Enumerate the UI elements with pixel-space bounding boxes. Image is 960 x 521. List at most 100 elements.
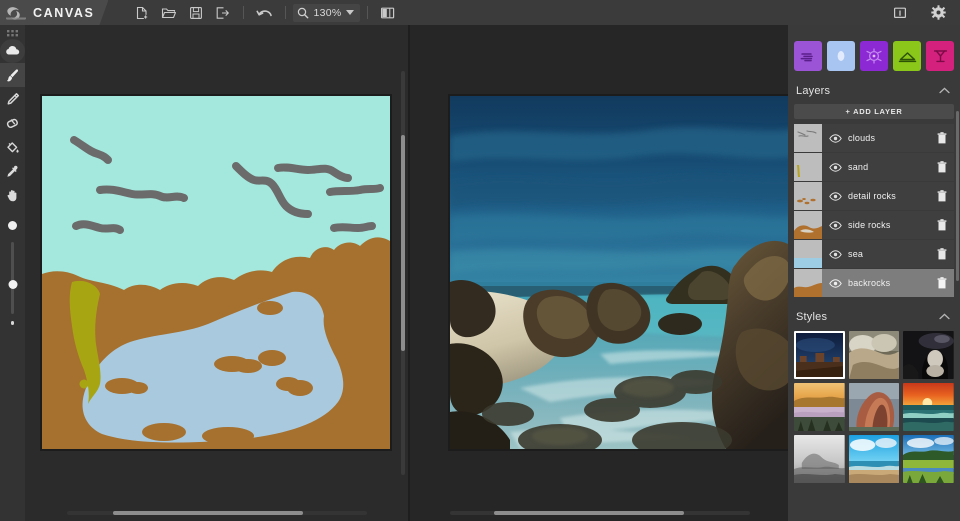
canvas-app: CANVAS 130% Layers + ADD LAYER clouds sa… <box>0 0 960 521</box>
trash-delete-icon[interactable] <box>930 190 954 202</box>
brush-size-control <box>0 207 25 325</box>
zoom-level-value: 130% <box>313 6 342 19</box>
table-row[interactable]: sea <box>794 240 954 268</box>
style-tropical-beach[interactable] <box>848 435 900 483</box>
tool-pencil[interactable] <box>0 87 25 111</box>
tool-material[interactable] <box>0 39 25 63</box>
tool-list <box>0 39 25 207</box>
split-view-icon <box>381 7 395 18</box>
eye-visible-icon[interactable] <box>822 249 848 259</box>
layer-thumbnail <box>794 182 822 210</box>
segmentation-canvas-pane[interactable] <box>25 25 408 521</box>
material-clouds[interactable] <box>794 41 822 71</box>
right-panel-scrollbar[interactable] <box>956 111 959 281</box>
left-tool-rail <box>0 25 25 521</box>
layer-name: detail rocks <box>848 191 896 201</box>
toolbar-divider-1 <box>243 6 245 19</box>
gear-icon <box>931 5 946 20</box>
eye-visible-icon[interactable] <box>822 278 848 288</box>
info-button[interactable] <box>886 0 913 25</box>
styles-title: Styles <box>796 311 828 323</box>
magnifier-icon <box>298 7 309 18</box>
brush-size-min-dot <box>10 321 15 325</box>
undo-button[interactable] <box>251 0 278 25</box>
tool-eraser[interactable] <box>0 111 25 135</box>
rendered-artwork <box>450 96 788 449</box>
material-sky[interactable] <box>827 41 855 71</box>
segmentation-hscroll-thumb[interactable] <box>113 511 303 515</box>
material-swatches <box>788 25 960 81</box>
tool-fill[interactable] <box>0 135 25 159</box>
style-misty-bw[interactable] <box>794 435 845 483</box>
table-row[interactable]: backrocks <box>794 269 954 297</box>
mountain-icon <box>898 51 916 62</box>
segmentation-canvas[interactable] <box>40 94 392 451</box>
layers-title: Layers <box>796 85 831 97</box>
chevron-down-icon[interactable] <box>345 10 354 15</box>
zoom-control[interactable]: 130% <box>293 3 360 22</box>
save-disk-icon <box>190 6 202 19</box>
render-canvas-pane[interactable] <box>410 25 788 521</box>
layer-list: clouds sand detail rocks side rocks sea … <box>788 124 960 297</box>
style-rock-cliff[interactable] <box>848 331 900 379</box>
material-tree[interactable] <box>926 41 954 71</box>
new-file-button[interactable] <box>128 0 155 25</box>
drag-grip-icon[interactable] <box>0 25 25 39</box>
style-red-mountain[interactable] <box>848 383 900 431</box>
brush-size-slider[interactable] <box>8 242 17 314</box>
style-golden-lake[interactable] <box>794 383 845 431</box>
paint-bucket-icon <box>7 141 19 153</box>
trash-delete-icon[interactable] <box>930 132 954 144</box>
table-row[interactable]: side rocks <box>794 211 954 239</box>
toolbar-divider-3 <box>366 6 368 19</box>
brush-size-preview <box>8 221 17 230</box>
render-hscroll-thumb[interactable] <box>494 511 684 515</box>
material-sea[interactable] <box>860 41 888 71</box>
layer-name: sea <box>848 249 864 259</box>
add-layer-button[interactable]: + ADD LAYER <box>794 104 954 119</box>
eyedropper-icon <box>7 165 18 177</box>
style-desert-night[interactable] <box>794 331 845 379</box>
trash-delete-icon[interactable] <box>930 219 954 231</box>
tool-pan[interactable] <box>0 183 25 207</box>
style-ocean-sunset[interactable] <box>903 383 954 431</box>
table-row[interactable]: sand <box>794 153 954 181</box>
layer-name: clouds <box>848 133 876 143</box>
eye-visible-icon[interactable] <box>822 162 848 172</box>
settings-button[interactable] <box>925 0 952 25</box>
new-file-icon <box>136 6 148 19</box>
save-button[interactable] <box>182 0 209 25</box>
chevron-up-icon[interactable] <box>939 312 950 323</box>
chevron-up-icon[interactable] <box>939 86 950 97</box>
tool-brush[interactable] <box>0 63 25 87</box>
eye-visible-icon[interactable] <box>822 133 848 143</box>
layer-name: backrocks <box>848 278 891 288</box>
table-row[interactable]: clouds <box>794 124 954 152</box>
water-icon <box>866 48 882 64</box>
trash-delete-icon[interactable] <box>930 248 954 260</box>
nvidia-logo-icon <box>6 6 26 20</box>
material-mountain[interactable] <box>893 41 921 71</box>
layer-thumbnail <box>794 240 822 268</box>
hand-pan-icon <box>7 189 17 201</box>
segmentation-artwork <box>42 96 390 449</box>
brush-size-slider-handle[interactable] <box>8 280 17 289</box>
style-green-valley[interactable] <box>903 435 954 483</box>
segmentation-vscroll-thumb[interactable] <box>401 135 405 351</box>
rendered-canvas[interactable] <box>448 94 788 451</box>
toolbar-divider-2 <box>285 6 287 19</box>
export-button[interactable] <box>209 0 236 25</box>
layer-name: side rocks <box>848 220 891 230</box>
layer-thumbnail <box>794 153 822 181</box>
tool-eyedropper[interactable] <box>0 159 25 183</box>
trash-delete-icon[interactable] <box>930 277 954 289</box>
eye-visible-icon[interactable] <box>822 220 848 230</box>
split-view-button[interactable] <box>375 0 402 25</box>
pencil-icon <box>7 92 20 105</box>
trash-delete-icon[interactable] <box>930 161 954 173</box>
open-file-button[interactable] <box>155 0 182 25</box>
style-dark-cave[interactable] <box>903 331 954 379</box>
layer-thumbnail <box>794 211 822 239</box>
table-row[interactable]: detail rocks <box>794 182 954 210</box>
eye-visible-icon[interactable] <box>822 191 848 201</box>
